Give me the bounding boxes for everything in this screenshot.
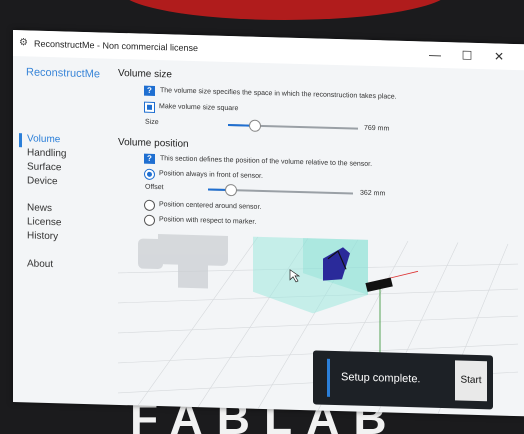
position-front-radio[interactable] bbox=[144, 168, 155, 180]
offset-value: 362 mm bbox=[360, 189, 386, 198]
volume-size-title: Volume size bbox=[118, 67, 172, 81]
sidebar-item-handling[interactable]: Handling bbox=[27, 147, 66, 159]
square-volume-label: Make volume size square bbox=[159, 103, 239, 113]
background-red-sign bbox=[120, 0, 450, 20]
start-button[interactable]: Start bbox=[455, 360, 487, 402]
position-centered-label: Position centered around sensor. bbox=[159, 201, 262, 211]
setup-toast: Setup complete. Start bbox=[313, 350, 493, 410]
sidebar-item-history[interactable]: History bbox=[27, 230, 58, 242]
window-controls: — ☐ ✕ bbox=[419, 41, 515, 70]
volume-position-help-button[interactable]: ? bbox=[144, 153, 155, 164]
sidebar-item-license[interactable]: License bbox=[27, 216, 61, 228]
square-volume-checkbox[interactable] bbox=[144, 101, 155, 113]
position-centered-radio[interactable] bbox=[144, 199, 155, 211]
app-icon: ⚙ bbox=[19, 37, 28, 49]
sensor-axes bbox=[365, 270, 419, 361]
position-marker-label: Position with respect to marker. bbox=[159, 216, 257, 226]
offset-slider-thumb[interactable] bbox=[224, 183, 237, 197]
size-slider-thumb[interactable] bbox=[249, 119, 261, 132]
maximize-button[interactable]: ☐ bbox=[451, 48, 483, 63]
active-nav-marker bbox=[19, 133, 22, 148]
app-window: ⚙ ReconstructMe - Non commercial license… bbox=[13, 30, 524, 417]
reconstruction-volume bbox=[253, 232, 368, 314]
sidebar-item-surface[interactable]: Surface bbox=[27, 161, 61, 173]
window-title: ReconstructMe - Non commercial license bbox=[34, 38, 199, 54]
sidebar-item-news[interactable]: News bbox=[27, 202, 52, 214]
toast-message: Setup complete. bbox=[341, 371, 421, 386]
app-brand: ReconstructMe bbox=[26, 66, 100, 81]
size-slider-label: Size bbox=[145, 118, 159, 127]
sidebar-item-about[interactable]: About bbox=[27, 258, 53, 270]
volume-size-help-button[interactable]: ? bbox=[144, 85, 155, 96]
sidebar-item-device[interactable]: Device bbox=[27, 175, 58, 187]
position-marker-radio[interactable] bbox=[144, 214, 155, 226]
volume-position-description: This section defines the position of the… bbox=[160, 155, 373, 169]
sidebar: ReconstructMe Volume Handling Surface De… bbox=[13, 56, 113, 405]
minimize-button[interactable]: — bbox=[419, 47, 451, 62]
size-value: 769 mm bbox=[364, 124, 390, 133]
sidebar-item-volume[interactable]: Volume bbox=[27, 133, 60, 145]
offset-slider-label: Offset bbox=[145, 183, 164, 192]
close-button[interactable]: ✕ bbox=[483, 49, 515, 64]
volume-position-title: Volume position bbox=[118, 136, 189, 150]
position-front-label: Position always in front of sensor. bbox=[159, 170, 263, 180]
point-cloud bbox=[138, 232, 228, 289]
toast-accent-bar bbox=[327, 358, 330, 397]
volume-size-description: The volume size specifies the space in w… bbox=[160, 87, 397, 101]
